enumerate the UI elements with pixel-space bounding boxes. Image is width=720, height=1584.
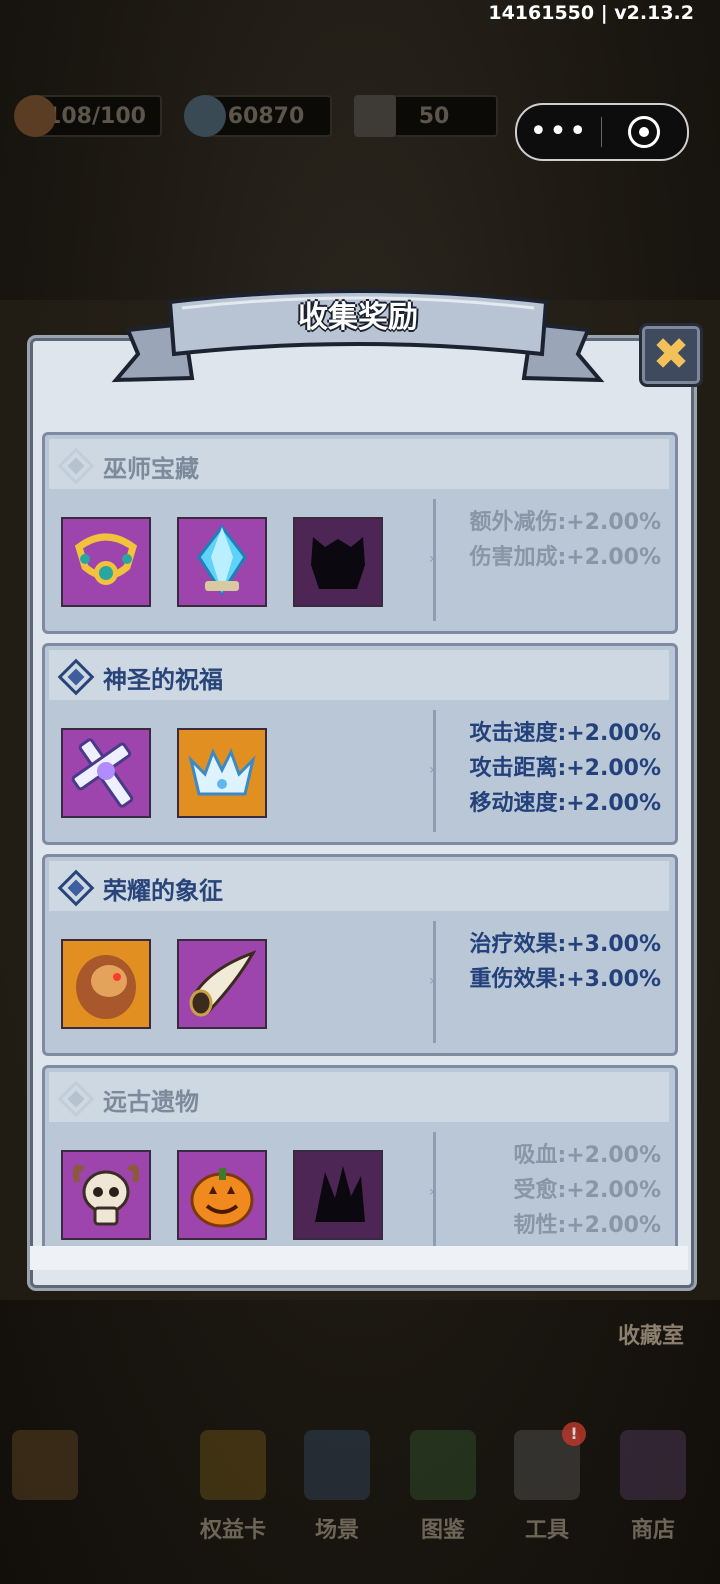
nav-book[interactable]: 图鉴: [398, 1420, 488, 1550]
item-slot[interactable]: [177, 728, 267, 818]
set-bonus-list: 额外减伤:+2.00% 伤害加成:+2.00%: [469, 505, 661, 575]
set-header: 远古遗物: [49, 1072, 669, 1122]
ingot-value: 50: [418, 103, 450, 129]
set-bonus-list: 治疗效果:+3.00% 重伤效果:+3.00%: [469, 927, 661, 997]
set-bonus: 移动速度:+2.00%: [469, 791, 661, 816]
item-slot[interactable]: [177, 517, 267, 607]
diamond-icon: [57, 447, 95, 485]
nav-label: 场景: [314, 1518, 359, 1543]
set-title: 远古遗物: [103, 1088, 199, 1116]
set-card-glory-symbol: 荣耀的象征 › 治疗效果:+3.00% 重伤效果:+3.00%: [42, 854, 678, 1056]
pumpkin-icon: [190, 1168, 254, 1228]
set-bonus: 攻击距离:+2.00%: [469, 756, 661, 781]
chevron-icon: ›: [429, 551, 435, 567]
set-bonus-list: 攻击速度:+2.00% 攻击距离:+2.00% 移动速度:+2.00%: [469, 716, 661, 821]
diamond-icon: [57, 869, 95, 907]
chevron-icon: ›: [429, 973, 435, 989]
set-header: 巫师宝藏: [49, 439, 669, 489]
set-card-wizard-treasure: 巫师宝藏 › 额外减伤:+2.00% 伤害加成:+2.00%: [42, 432, 678, 634]
set-bonus: 吸血:+2.00%: [513, 1143, 661, 1168]
set-bonus-list: 吸血:+2.00% 受愈:+2.00% 韧性:+2.00%: [513, 1138, 661, 1243]
set-header: 荣耀的象征: [49, 861, 669, 911]
miniprogram-capsule: •••: [515, 103, 689, 161]
set-title: 神圣的祝福: [103, 666, 223, 694]
more-menu-button[interactable]: •••: [517, 105, 601, 159]
nav-label: 权益卡: [199, 1518, 266, 1543]
item-slot-locked[interactable]: [293, 517, 383, 607]
holy-cross-icon: [71, 738, 134, 808]
set-header: 神圣的祝福: [49, 650, 669, 700]
capsule-close-button[interactable]: [602, 116, 686, 148]
item-slot[interactable]: [61, 1150, 151, 1240]
chevron-icon: ›: [429, 762, 435, 778]
crystal-icon: [197, 524, 247, 596]
item-slot[interactable]: [61, 728, 151, 818]
locked-item-icon: [315, 1166, 365, 1222]
lion-pelt-icon: [76, 955, 136, 1019]
locked-item-icon: [311, 537, 365, 589]
ingot-icon: [354, 95, 396, 137]
collection-room-label[interactable]: 收藏室: [618, 1318, 684, 1350]
back-arrow-icon: [12, 1430, 78, 1500]
set-title: 荣耀的象征: [103, 877, 223, 905]
coin-resource: 60870: [184, 95, 332, 137]
set-card-holy-blessing: 神圣的祝福 › 攻击速度:+2.00% 攻击距离:+2.00% 移动速度:+2.…: [42, 643, 678, 845]
close-button[interactable]: ✖: [639, 323, 703, 387]
set-card-ancient-relics: 远古遗物 › 吸血:+2.00% 受愈:+2.00% 韧性:+2.00%: [42, 1065, 678, 1248]
set-bonus: 攻击速度:+2.00%: [469, 721, 661, 746]
bread-icon: [14, 95, 56, 137]
book-icon: [410, 1430, 476, 1500]
set-bonus: 治疗效果:+3.00%: [469, 932, 661, 957]
nav-label: 商店: [630, 1518, 675, 1543]
item-slot[interactable]: [61, 939, 151, 1029]
dialog-title: 收集奖励: [298, 300, 418, 335]
version-label: 14161550 | v2.13.2: [488, 2, 694, 24]
item-slot[interactable]: [177, 1150, 267, 1240]
nav-label: 工具: [524, 1518, 569, 1543]
set-title: 巫师宝藏: [103, 455, 199, 483]
dialog-footer: [30, 1246, 688, 1270]
set-list[interactable]: 巫师宝藏 › 额外减伤:+2.00% 伤害加成:+2.00% 神圣的祝福 › 攻…: [42, 432, 680, 1248]
shop-icon: [620, 1430, 686, 1500]
diamond-icon: [57, 658, 95, 696]
target-icon: [628, 116, 660, 148]
set-bonus: 额外减伤:+2.00%: [469, 510, 661, 535]
item-slot[interactable]: [177, 939, 267, 1029]
bread-value: 108/100: [46, 103, 146, 129]
set-bonus: 韧性:+2.00%: [513, 1213, 661, 1238]
set-bonus: 伤害加成:+2.00%: [469, 545, 661, 570]
ingot-resource: 50: [354, 95, 498, 137]
set-bonus: 受愈:+2.00%: [513, 1178, 661, 1203]
close-icon: ✖: [652, 329, 690, 380]
tool-alert-badge: !: [562, 1422, 586, 1446]
nav-shop[interactable]: 商店: [608, 1420, 698, 1550]
set-bonus: 重伤效果:+3.00%: [469, 967, 661, 992]
item-slot[interactable]: [61, 517, 151, 607]
coin-value: 60870: [227, 103, 305, 129]
scene-icon: [304, 1430, 370, 1500]
diamond-icon: [57, 1080, 95, 1118]
necklace-icon: [74, 533, 138, 585]
crown-icon: [188, 748, 256, 796]
nav-rights-card[interactable]: 权益卡: [188, 1420, 278, 1550]
rights-card-icon: [200, 1430, 266, 1500]
coin-icon: [184, 95, 226, 137]
nav-label: 图鉴: [420, 1518, 465, 1543]
chevron-icon: ›: [429, 1184, 435, 1200]
skull-icon: [72, 1164, 140, 1226]
nav-back[interactable]: [0, 1420, 90, 1550]
bread-resource: 108/100: [14, 95, 162, 137]
item-slot-locked[interactable]: [293, 1150, 383, 1240]
nav-scene[interactable]: 场景: [292, 1420, 382, 1550]
horn-icon: [189, 950, 257, 1017]
